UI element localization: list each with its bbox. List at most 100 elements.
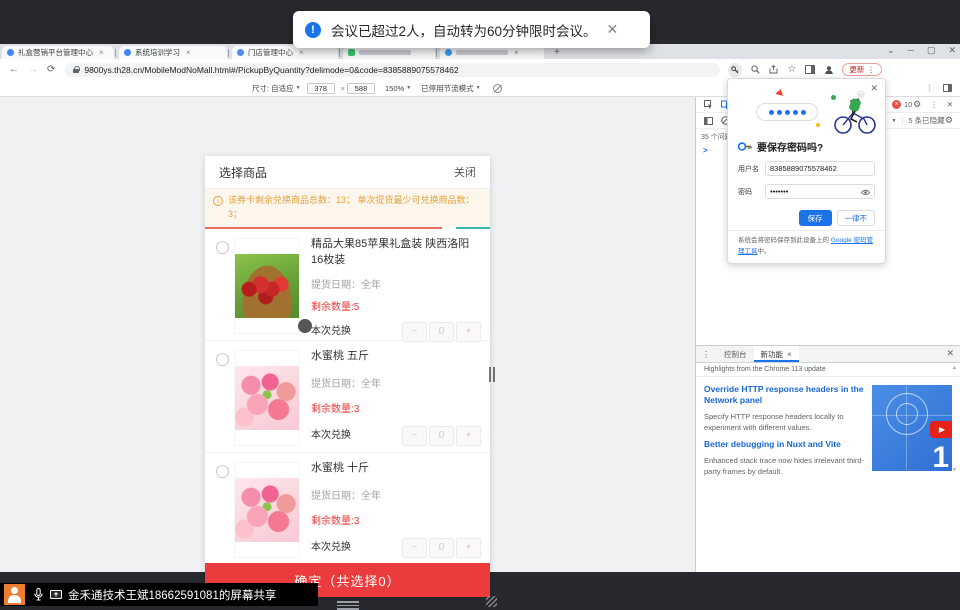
never-button[interactable]: 一律不	[837, 210, 876, 226]
drawer-more-icon[interactable]: ⋮	[702, 350, 710, 359]
profile-avatar-icon[interactable]	[824, 65, 834, 75]
product-image	[234, 238, 300, 334]
hidden-messages-label[interactable]: 5 条已隐藏	[908, 115, 944, 126]
tab-gift-platform[interactable]: 礼盒营销平台管理中心 ×	[2, 46, 114, 59]
dock-side-icon[interactable]	[943, 84, 952, 92]
address-bar[interactable]: 9800ys.th28.cn/MobileModNoMall.html#/Pic…	[65, 63, 720, 77]
tab-divider	[228, 49, 229, 57]
tab-close-icon[interactable]: ×	[186, 49, 191, 57]
quantity-stepper: − 0 +	[402, 538, 481, 558]
browser-toolbar: ← → ⟳ 9800ys.th28.cn/MobileModNoMall.htm…	[0, 59, 960, 80]
radio-button[interactable]	[216, 465, 229, 478]
share-icon[interactable]	[769, 65, 778, 74]
device-width-input[interactable]: 378	[307, 83, 335, 94]
devtools-settings-icon[interactable]: ⚙	[913, 99, 921, 110]
minus-button[interactable]: −	[402, 426, 427, 446]
window-menu-icon[interactable]: ⌄	[887, 45, 895, 56]
inspect-element-icon[interactable]	[704, 100, 713, 109]
side-panel-icon[interactable]	[805, 65, 815, 74]
password-field[interactable]: •••••••	[765, 184, 875, 199]
radio-button[interactable]	[216, 241, 229, 254]
remain-value: 5	[354, 302, 360, 313]
plus-button[interactable]: +	[456, 538, 481, 558]
tab-favicon	[445, 49, 452, 56]
chrome-update-button[interactable]: 更新 ⋮	[842, 63, 882, 76]
reload-icon[interactable]: ⟳	[47, 64, 55, 75]
tab-close-icon[interactable]: ×	[514, 49, 519, 57]
tab-whats-new[interactable]: 新功能 ×	[754, 346, 799, 362]
window-maximize-icon[interactable]: ▢	[927, 45, 936, 56]
tab-close-icon[interactable]: ×	[787, 350, 792, 359]
window-controls: ⌄ ─ ▢ ✕	[887, 45, 956, 56]
exchange-label: 本次兑换	[311, 542, 351, 553]
tab-close-icon[interactable]: ×	[99, 49, 104, 57]
pickup-date-label: 提货日期：	[311, 491, 361, 502]
minus-button[interactable]: −	[402, 322, 427, 342]
tab-close-icon[interactable]: ×	[299, 49, 304, 57]
show-password-eye-icon[interactable]	[861, 189, 870, 196]
whats-new-heading-link[interactable]: Override HTTP response headers in the Ne…	[704, 384, 872, 407]
quantity-value[interactable]: 0	[429, 322, 454, 342]
zoom-icon[interactable]	[751, 65, 760, 74]
microphone-icon[interactable]	[34, 588, 43, 601]
notice-text: 该券卡剩余兑换商品总数：13； 单次提货最少可兑换商品数：3；	[228, 194, 480, 222]
rotate-device-icon[interactable]	[493, 84, 502, 93]
back-icon[interactable]: ←	[9, 64, 19, 75]
product-image	[234, 350, 300, 446]
drawer-close-icon[interactable]: ✕	[946, 348, 954, 359]
update-label: 更新	[849, 64, 864, 75]
chevron-down-icon: ▼	[296, 85, 301, 91]
tab-training[interactable]: 系统培训学习 ×	[119, 46, 227, 59]
radio-button[interactable]	[216, 353, 229, 366]
chrome-update-thumbnail[interactable]: 1 ▶	[872, 385, 952, 471]
exchange-label: 本次兑换	[311, 430, 351, 441]
error-count: 10	[904, 100, 912, 109]
quantity-value[interactable]: 0	[429, 538, 454, 558]
info-icon: !	[305, 22, 321, 38]
scroll-down-icon[interactable]: ▼	[952, 467, 957, 473]
url-text[interactable]: 9800ys.th28.cn/MobileModNoMall.html#/Pic…	[84, 65, 458, 75]
quantity-value[interactable]: 0	[429, 426, 454, 446]
viewport-resize-handle-right[interactable]	[489, 367, 495, 382]
plus-button[interactable]: +	[456, 322, 481, 342]
throttle-select[interactable]: 已停用节流模式	[421, 83, 474, 94]
product-title: 水蜜桃 五斤	[311, 349, 481, 365]
tab-title: 礼盒营销平台管理中心	[18, 47, 93, 58]
tab-favicon	[7, 49, 14, 56]
console-settings-icon[interactable]: ⚙	[945, 115, 953, 126]
drawer-toolbar: ⋮ 控制台 新功能 × ✕	[696, 346, 960, 363]
save-button[interactable]: 保存	[799, 210, 832, 226]
bookmark-star-icon[interactable]: ☆	[787, 64, 796, 75]
more-options-icon[interactable]: ⋮	[926, 83, 934, 92]
update-more-icon: ⋮	[867, 65, 875, 74]
subtitle-text: Highlights from the Chrome 113 update	[704, 366, 826, 373]
device-size-label[interactable]: 尺寸: 自适应	[252, 83, 294, 94]
minus-button[interactable]: −	[402, 538, 427, 558]
device-zoom-select[interactable]: 150%	[385, 84, 404, 93]
password-key-icon[interactable]	[728, 63, 742, 77]
device-height-input[interactable]: 588	[347, 83, 375, 94]
devtools-close-icon[interactable]: ✕	[947, 100, 953, 109]
username-field[interactable]: 8385889075578462	[765, 161, 875, 176]
remain-label: 剩余数量:	[311, 404, 354, 415]
viewport-resize-corner[interactable]	[486, 596, 497, 607]
forward-icon[interactable]: →	[28, 64, 38, 75]
whats-new-heading-link[interactable]: Better debugging in Nuxt and Vite	[704, 439, 872, 450]
tab-title-obscured	[359, 50, 411, 55]
console-error-badge[interactable]: × 10	[892, 100, 912, 109]
plus-button[interactable]: +	[456, 426, 481, 446]
info-icon: i	[213, 196, 223, 206]
window-close-icon[interactable]: ✕	[948, 45, 956, 56]
console-sidebar-icon[interactable]	[704, 117, 713, 125]
devtools-more-icon[interactable]: ⋮	[930, 100, 938, 109]
dialog-close-button[interactable]: 关闭	[454, 164, 476, 180]
youtube-play-icon[interactable]: ▶	[930, 421, 952, 438]
toast-close-icon[interactable]: ✕	[607, 21, 619, 38]
google-key-icon	[738, 142, 752, 151]
tab-console[interactable]: 控制台	[717, 346, 754, 362]
new-tab-button[interactable]: +	[554, 47, 560, 58]
window-minimize-icon[interactable]: ─	[908, 45, 914, 56]
devicebar-right-icons: ⋮	[926, 83, 953, 92]
sheet-drag-handle[interactable]	[337, 601, 359, 609]
scroll-up-icon[interactable]: ▲	[952, 365, 957, 371]
